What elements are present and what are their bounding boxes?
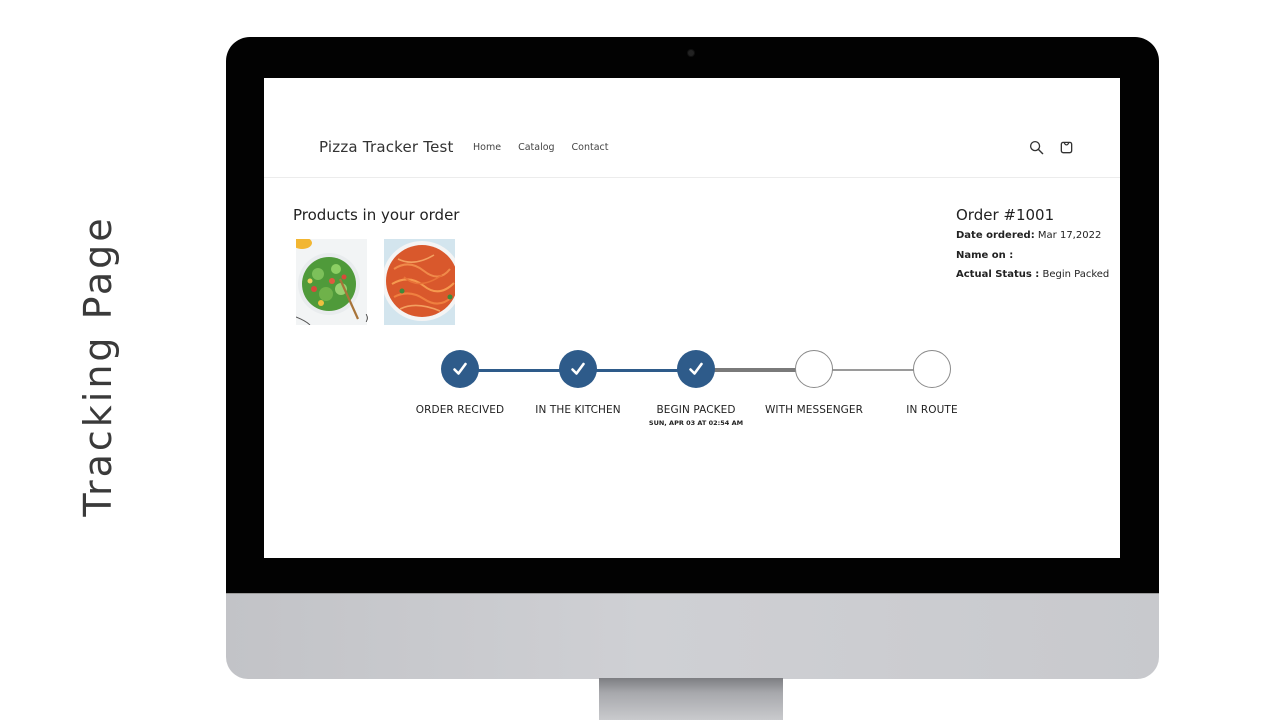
product-image-spaghetti[interactable] xyxy=(384,239,455,325)
browser-screen: Pizza Tracker Test Home Catalog Contact … xyxy=(264,78,1120,558)
products-heading: Products in your order xyxy=(293,206,460,224)
actual-status-label: Actual Status : xyxy=(956,269,1040,280)
step-3-circle xyxy=(677,350,715,388)
actual-status-value: Begin Packed xyxy=(1042,269,1110,280)
cart-button[interactable] xyxy=(1057,138,1075,156)
store-brand[interactable]: Pizza Tracker Test xyxy=(319,138,454,156)
monitor-chin xyxy=(226,593,1159,679)
site-header: Pizza Tracker Test Home Catalog Contact xyxy=(264,78,1120,178)
actual-status: Actual Status : Begin Packed xyxy=(956,269,1109,280)
order-number: Order #1001 xyxy=(956,206,1055,224)
nav-home[interactable]: Home xyxy=(473,142,501,153)
product-image-salad[interactable] xyxy=(296,239,367,325)
step-1-circle xyxy=(441,350,479,388)
spaghetti-pan-image xyxy=(384,239,455,325)
main-nav: Home Catalog Contact xyxy=(473,142,609,153)
nav-catalog[interactable]: Catalog xyxy=(518,142,554,153)
salad-bowl-image xyxy=(296,239,367,325)
date-ordered: Date ordered: Mar 17,2022 xyxy=(956,230,1101,241)
name-on: Name on : xyxy=(956,250,1013,261)
step-5-circle xyxy=(913,350,951,388)
step-4-circle xyxy=(795,350,833,388)
step-3-time: SUN, APR 03 AT 02:54 AM xyxy=(648,419,744,427)
date-ordered-value: Mar 17,2022 xyxy=(1037,230,1102,241)
checkmark-icon xyxy=(689,362,703,375)
camera-icon xyxy=(688,50,694,56)
step-2-circle xyxy=(559,350,597,388)
date-ordered-label: Date ordered: xyxy=(956,230,1035,241)
checkmark-icon xyxy=(571,362,585,375)
cart-icon xyxy=(1060,141,1072,153)
order-tracker: ORDER RECIVED IN THE KITCHEN BEGIN PACKE… xyxy=(264,348,1120,438)
nav-contact[interactable]: Contact xyxy=(572,142,609,153)
monitor-stand xyxy=(599,678,783,720)
name-on-label: Name on : xyxy=(956,250,1014,261)
slide-title: Tracking Page xyxy=(76,215,120,517)
checkmark-icon xyxy=(453,362,467,375)
stray-text: ) xyxy=(365,314,369,324)
search-button[interactable] xyxy=(1027,138,1045,156)
step-5-label: IN ROUTE xyxy=(906,404,958,416)
search-icon xyxy=(1029,140,1043,154)
